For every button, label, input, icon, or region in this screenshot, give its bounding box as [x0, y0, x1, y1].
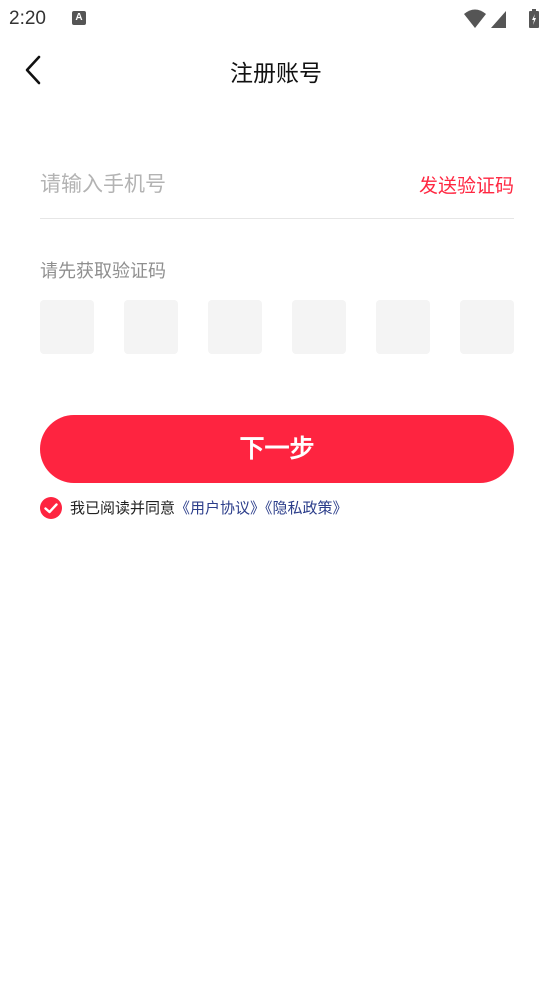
agreement-prefix: 我已阅读并同意 [70, 499, 176, 517]
privacy-policy-link[interactable]: 《隐私政策》 [265, 499, 348, 517]
code-box-2[interactable] [124, 300, 178, 354]
nav-bar: 注册账号 [0, 40, 552, 100]
code-box-5[interactable] [376, 300, 430, 354]
user-agreement-link[interactable]: 《用户协议》 [175, 499, 265, 517]
status-time: 2:20 [9, 8, 46, 29]
status-bar: 2:20 A [0, 0, 552, 40]
phone-row: 发送验证码 [40, 150, 514, 219]
battery-icon [529, 9, 539, 28]
code-box-1[interactable] [40, 300, 94, 354]
code-boxes [40, 300, 514, 354]
agreement-text: 我已阅读并同意《用户协议》《隐私政策》 [70, 498, 348, 518]
check-circle-icon[interactable] [40, 497, 62, 519]
phone-input[interactable] [40, 164, 380, 204]
page-title: 注册账号 [230, 61, 322, 87]
wifi-icon [464, 9, 486, 28]
code-box-6[interactable] [460, 300, 514, 354]
code-hint: 请先获取验证码 [40, 261, 166, 282]
code-box-4[interactable] [292, 300, 346, 354]
code-box-3[interactable] [208, 300, 262, 354]
signal-icon [491, 11, 506, 28]
send-code-button[interactable]: 发送验证码 [419, 171, 514, 198]
next-button[interactable]: 下一步 [40, 415, 514, 483]
notification-icon: A [72, 11, 86, 25]
